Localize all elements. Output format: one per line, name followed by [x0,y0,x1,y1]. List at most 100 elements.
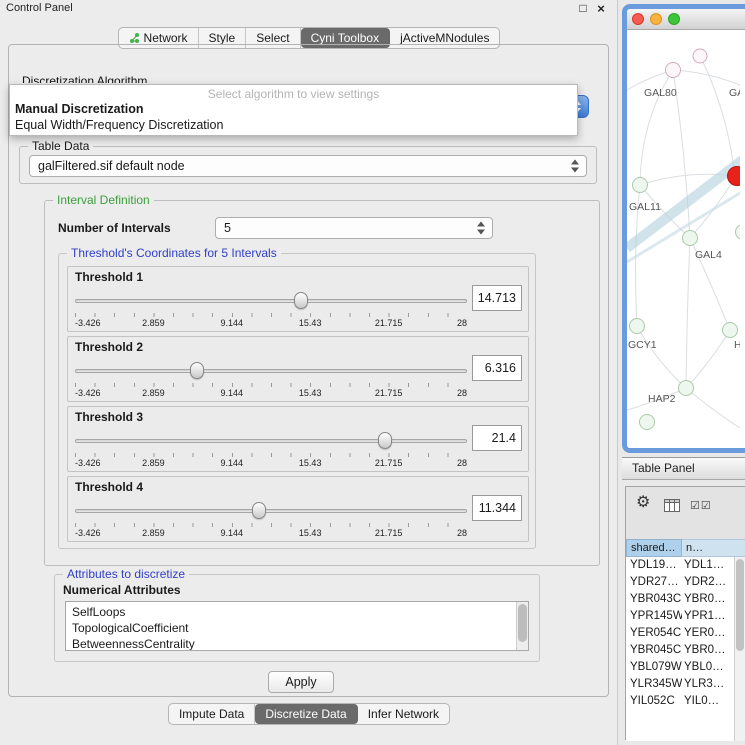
table-row[interactable]: YBR045CYBR0… [626,642,745,659]
table-row[interactable]: YIL052CYIL0… [626,693,745,710]
close-icon[interactable]: × [594,1,608,16]
gear-icon[interactable]: ⚙ [636,495,650,511]
threshold-3-panel: Threshold 3 -3.426 2.859 9.144 15.43 21.… [67,406,529,472]
tab-impute-data[interactable]: Impute Data [169,704,255,724]
slider-ticks [75,453,467,457]
table-data-group: Table Data galFiltered.sif default node [19,146,597,184]
table-rows: YDL19…YDL1… YDR27…YDR2… YBR043CYBR0… YPR… [626,557,745,741]
threshold-1-label: Threshold 1 [75,270,143,284]
columns-icon[interactable] [664,499,680,512]
threshold-4-value-field[interactable]: 11.344 [472,495,522,521]
network-node[interactable] [723,323,738,338]
thresholds-group: Threshold's Coordinates for 5 Intervals … [58,253,536,549]
numerical-attributes-list[interactable]: SelfLoops TopologicalCoefficient Between… [65,601,529,651]
table-data-label: Table Data [28,139,93,153]
table-data-value: galFiltered.sif default node [38,156,185,176]
threshold-4-slider[interactable]: -3.426 2.859 9.144 15.43 21.715 28 [75,501,467,539]
tab-jactivemnodules-label: jActiveMNodules [400,31,489,45]
slider-thumb[interactable] [294,292,308,309]
column-header-name[interactable]: n… [682,539,745,557]
slider-track [75,509,467,513]
node-label: GAL4 [695,249,722,261]
scale-tick-label: 9.144 [221,528,244,538]
list-item[interactable]: BetweennessCentrality [66,636,528,651]
thresholds-group-label: Threshold's Coordinates for 5 Intervals [67,246,281,260]
threshold-1-value-field[interactable]: 14.713 [472,285,522,311]
tab-style-label: Style [209,31,236,45]
tab-network-label: Network [144,31,188,45]
bottom-tab-bar: Impute Data Discretize Data Infer Networ… [0,703,618,725]
list-item[interactable]: SelfLoops [66,604,528,620]
slider-thumb[interactable] [378,432,392,449]
algorithm-placeholder: Select algorithm to view settings [10,87,577,101]
threshold-3-label: Threshold 3 [75,410,143,424]
network-node[interactable] [693,49,707,63]
slider-ticks [75,383,467,387]
table-row[interactable]: YBR043CYBR0… [626,591,745,608]
select-columns-checkboxes-icon[interactable]: ☑☑ [690,499,712,512]
network-node[interactable] [683,231,698,246]
table-row[interactable]: YPR145WYPR1… [626,608,745,625]
threshold-3-value-field[interactable]: 21.4 [472,425,522,451]
network-node[interactable] [630,319,645,334]
zoom-traffic-light-icon[interactable] [668,13,680,25]
threshold-2-value-field[interactable]: 6.316 [472,355,522,381]
scrollbar-thumb[interactable] [736,559,744,651]
table-row[interactable]: YDR27…YDR2… [626,574,745,591]
table-row[interactable]: YER054CYER0… [626,625,745,642]
node-label: GA [729,87,740,99]
threshold-3-slider[interactable]: -3.426 2.859 9.144 15.43 21.715 28 [75,431,467,469]
tab-discretize-data[interactable]: Discretize Data [255,704,357,724]
table-row[interactable]: YBL079WYBL0… [626,659,745,676]
threshold-1-panel: Threshold 1 -3.426 2.859 9.144 15.43 21.… [67,266,529,332]
list-item[interactable]: TopologicalCoefficient [66,620,528,636]
scale-tick-label: 9.144 [221,388,244,398]
network-window-titlebar[interactable] [627,9,745,30]
tab-discretize-data-label: Discretize Data [265,707,346,721]
network-node[interactable] [640,415,655,430]
table-data-combobox[interactable]: galFiltered.sif default node [29,155,587,177]
algorithm-option-equal-width[interactable]: Equal Width/Frequency Discretization [15,118,223,132]
threshold-2-panel: Threshold 2 -3.426 2.859 9.144 15.43 21.… [67,336,529,402]
column-header-shared-name[interactable]: shared… [626,539,682,557]
network-node[interactable] [736,225,741,240]
number-of-intervals-value: 5 [224,218,231,238]
attributes-group: Attributes to discretize Numerical Attri… [54,574,540,662]
scale-tick-label: 28 [457,318,467,328]
scale-tick-label: 28 [457,388,467,398]
number-of-intervals-combobox[interactable]: 5 [215,217,493,239]
tab-infer-network[interactable]: Infer Network [358,704,449,724]
threshold-1-slider[interactable]: -3.426 2.859 9.144 15.43 21.715 28 [75,291,467,329]
scrollbar-thumb[interactable] [518,604,527,642]
table-row[interactable]: YLR345WYLR3… [626,676,745,693]
slider-thumb[interactable] [190,362,204,379]
algorithm-option-manual[interactable]: Manual Discretization [15,102,144,116]
attribute-items: SelfLoops TopologicalCoefficient Between… [66,602,528,651]
tab-cyni-toolbox-label: Cyni Toolbox [311,31,379,45]
apply-button[interactable]: Apply [268,671,334,693]
scale-tick-label: -3.426 [75,458,101,468]
close-traffic-light-icon[interactable] [632,13,644,25]
node-label: GAL11 [629,201,661,213]
cell: YBR043C [626,591,682,608]
window-title: Control Panel [6,2,73,14]
network-canvas[interactable]: GAL80 GA GAL11 GAL4 GCY1 HAP2 H [627,30,745,448]
minimize-traffic-light-icon[interactable] [650,13,662,25]
scale-tick-label: -3.426 [75,318,101,328]
attributes-scrollbar[interactable] [516,602,528,650]
threshold-2-slider[interactable]: -3.426 2.859 9.144 15.43 21.715 28 [75,361,467,399]
network-node[interactable] [679,381,694,396]
network-node[interactable] [666,63,681,78]
scale-tick-label: 21.715 [375,318,403,328]
number-of-intervals-label: Number of Intervals [58,221,171,235]
float-window-icon[interactable]: □ [576,1,590,15]
scale-tick-label: 2.859 [142,388,165,398]
scale-tick-label: 28 [457,458,467,468]
network-node[interactable] [633,178,648,193]
cell: YER054C [626,625,682,642]
slider-scale: -3.426 2.859 9.144 15.43 21.715 28 [75,458,467,468]
table-scrollbar[interactable] [734,557,745,741]
scale-tick-label: 2.859 [142,458,165,468]
slider-thumb[interactable] [252,502,266,519]
table-row[interactable]: YDL19…YDL1… [626,557,745,574]
